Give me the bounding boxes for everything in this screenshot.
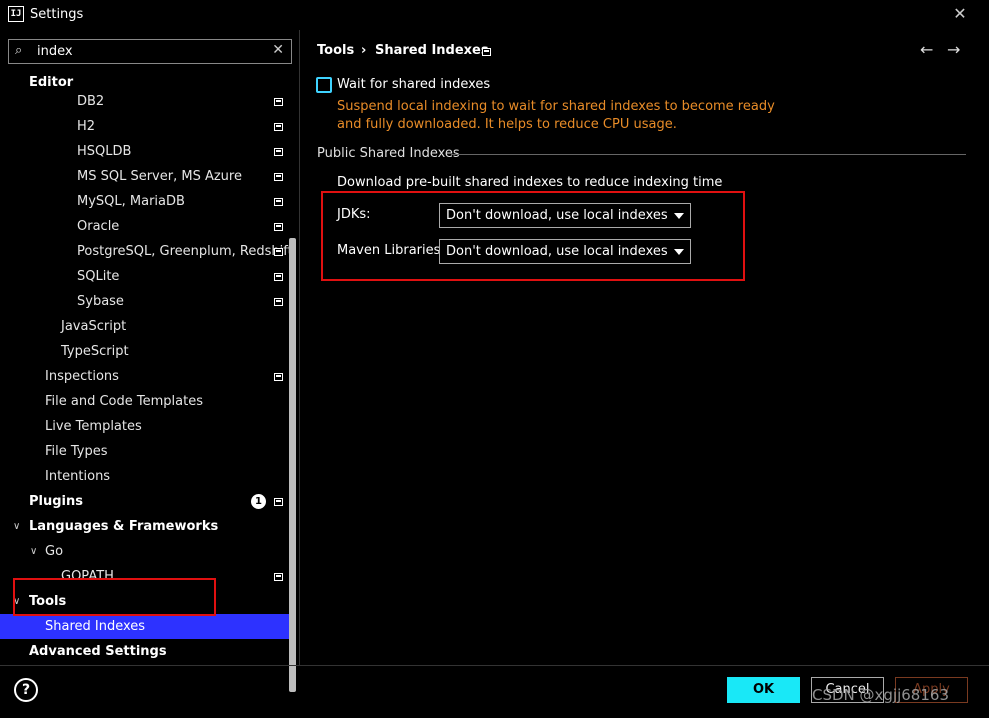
tree-item-label: H2 — [77, 119, 96, 134]
tree-item-file-code-templates[interactable]: File and Code Templates — [0, 389, 290, 414]
sidebar-scrollbar[interactable] — [289, 238, 296, 692]
search-box[interactable]: ⌕ ✕ — [8, 39, 292, 64]
breadcrumb-parent[interactable]: Tools — [317, 43, 354, 58]
highlight-box-content — [321, 191, 745, 281]
project-scope-icon — [274, 273, 283, 281]
project-scope-icon — [274, 173, 283, 181]
tree-item-javascript[interactable]: JavaScript — [0, 314, 290, 339]
tree-item-intentions[interactable]: Intentions — [0, 464, 290, 489]
highlight-box-sidebar — [13, 578, 216, 616]
tree-item-label: Go — [45, 544, 64, 559]
tree-item-oracle[interactable]: Oracle — [0, 214, 290, 239]
ok-button[interactable]: OK — [727, 677, 800, 703]
project-scope-icon — [274, 498, 283, 506]
tree-item-inspections[interactable]: Inspections — [0, 364, 290, 389]
forward-arrow-icon[interactable]: → — [947, 40, 960, 59]
section-title: Public Shared Indexes — [317, 146, 460, 161]
settings-sidebar: ⌕ ✕ Editor DB2 H2 HSQLDB MS SQL Server, … — [0, 30, 300, 692]
project-scope-icon — [274, 248, 283, 256]
search-input[interactable] — [37, 42, 267, 61]
tree-item-file-types[interactable]: File Types — [0, 439, 290, 464]
project-scope-icon — [274, 198, 283, 206]
help-icon[interactable]: ? — [14, 678, 38, 702]
tree-item-label: MS SQL Server, MS Azure — [77, 169, 242, 184]
section-description: Download pre-built shared indexes to red… — [337, 175, 723, 190]
project-scope-icon — [274, 573, 283, 581]
tree-item-label: File and Code Templates — [45, 394, 203, 409]
tree-item-label: PostgreSQL, Greenplum, Redshift — [77, 244, 293, 259]
tree-item-mssql[interactable]: MS SQL Server, MS Azure — [0, 164, 290, 189]
clear-search-icon[interactable]: ✕ — [272, 42, 284, 58]
close-icon[interactable]: ✕ — [950, 4, 970, 24]
app-logo-icon: IJ — [8, 6, 24, 22]
project-scope-icon — [274, 98, 283, 106]
tree-item-label: File Types — [45, 444, 108, 459]
chevron-down-icon[interactable]: ∨ — [13, 514, 20, 539]
title-bar: IJ Settings ✕ — [0, 0, 989, 30]
breadcrumb-separator: › — [361, 43, 367, 58]
tree-item-plugins[interactable]: Plugins 1 — [0, 489, 290, 514]
tree-item-label: Shared Indexes — [45, 619, 146, 634]
updates-badge: 1 — [251, 494, 266, 509]
tree-item-label: JavaScript — [61, 319, 127, 334]
tree-item-label: Intentions — [45, 469, 111, 484]
tree-item-label: Sybase — [77, 294, 124, 309]
tree-item-label: Plugins — [29, 494, 83, 509]
tree-item-sybase[interactable]: Sybase — [0, 289, 290, 314]
tree-item-label: MySQL, MariaDB — [77, 194, 185, 209]
breadcrumb-current: Shared Indexes — [375, 43, 489, 58]
search-icon: ⌕ — [15, 43, 23, 58]
wait-shared-indexes-label[interactable]: Wait for shared indexes — [337, 77, 490, 92]
window-title: Settings — [30, 7, 84, 22]
tree-item-label: Languages & Frameworks — [29, 519, 219, 534]
tree-item-hsqldb[interactable]: HSQLDB — [0, 139, 290, 164]
tree-item-label: TypeScript — [61, 344, 129, 359]
project-scope-icon — [274, 148, 283, 156]
tree-item-label: HSQLDB — [77, 144, 132, 159]
footer-divider — [0, 665, 989, 666]
tree-item-label: Oracle — [77, 219, 120, 234]
chevron-down-icon[interactable]: ∨ — [30, 539, 37, 564]
tree-item-advanced-settings[interactable]: Advanced Settings — [0, 639, 290, 664]
tree-item-mysql[interactable]: MySQL, MariaDB — [0, 189, 290, 214]
tree-item-typescript[interactable]: TypeScript — [0, 339, 290, 364]
tree-item-go[interactable]: ∨ Go — [0, 539, 290, 564]
tree-item-languages-frameworks[interactable]: ∨ Languages & Frameworks — [0, 514, 290, 539]
project-scope-icon — [274, 298, 283, 306]
warning-text: Suspend local indexing to wait for share… — [337, 99, 775, 132]
wait-shared-indexes-checkbox[interactable] — [316, 77, 332, 93]
tree-item-shared-indexes[interactable]: Shared Indexes — [0, 614, 290, 639]
tree-item-label: Inspections — [45, 369, 119, 384]
tree-item-label: Live Templates — [45, 419, 142, 434]
project-scope-icon — [274, 223, 283, 231]
back-arrow-icon[interactable]: ← — [920, 40, 933, 59]
tree-item-label: SQLite — [77, 269, 120, 284]
section-divider — [451, 154, 966, 155]
tree-item-postgresql[interactable]: PostgreSQL, Greenplum, Redshift — [0, 239, 293, 264]
project-scope-icon — [482, 48, 491, 56]
tree-item-db2[interactable]: DB2 — [0, 89, 290, 114]
project-scope-icon — [274, 123, 283, 131]
tree-item-h2[interactable]: H2 — [0, 114, 290, 139]
watermark: CSDN @xgjj68163 — [812, 686, 949, 704]
tree-item-live-templates[interactable]: Live Templates — [0, 414, 290, 439]
project-scope-icon — [274, 373, 283, 381]
tree-item-label: DB2 — [77, 94, 105, 109]
tree-item-sqlite[interactable]: SQLite — [0, 264, 290, 289]
tree-item-label: Advanced Settings — [29, 644, 167, 659]
